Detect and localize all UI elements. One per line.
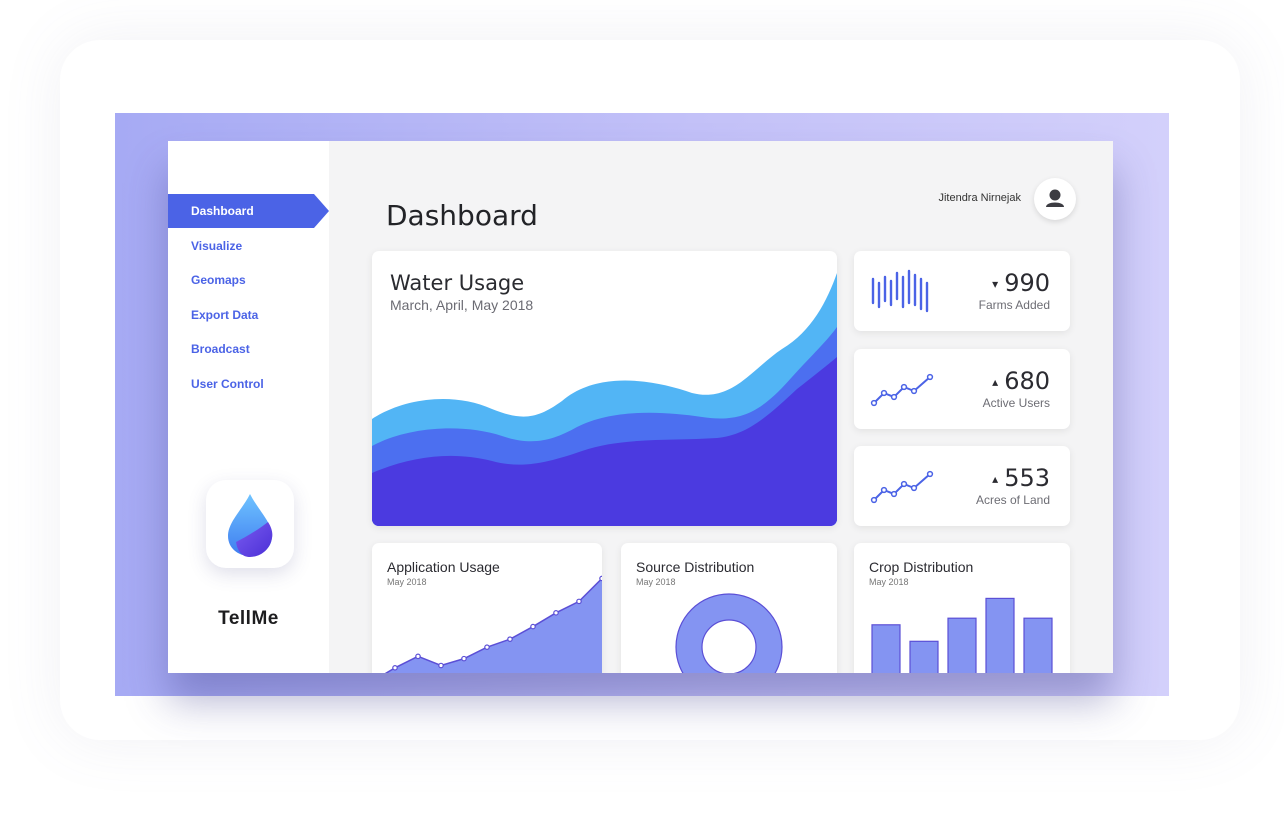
- water-usage-subtitle: March, April, May 2018: [390, 297, 534, 313]
- stat-value-users: ▴ 680: [992, 367, 1050, 395]
- application-usage-subtitle: May 2018: [387, 577, 427, 587]
- crop-bar: [871, 624, 901, 673]
- app-window: Dashboard Visualize Geomaps Export Data …: [168, 141, 1113, 673]
- sidebar: Dashboard Visualize Geomaps Export Data …: [168, 141, 329, 673]
- trend-down-icon: ▾: [992, 277, 999, 291]
- line-trend-icon: [870, 470, 934, 504]
- usage-area: [386, 578, 602, 673]
- trend-up-icon: ▴: [992, 375, 999, 389]
- stat-value-acres: ▴ 553: [992, 464, 1050, 492]
- stat-label-acres: Acres of Land: [975, 493, 1050, 507]
- sidebar-item-broadcast[interactable]: Broadcast: [168, 332, 329, 366]
- stat-card-farms[interactable]: ▾ 990 Farms Added: [854, 251, 1070, 331]
- usage-point: [576, 598, 582, 605]
- crop-bar: [909, 640, 939, 673]
- application-usage-card: Application Usage May 2018: [372, 543, 602, 673]
- sidebar-item-geomaps[interactable]: Geomaps: [168, 263, 329, 297]
- crop-bar: [985, 597, 1015, 673]
- usage-point: [530, 623, 536, 630]
- user-name[interactable]: Jitendra Nirnejak: [888, 192, 1021, 204]
- application-usage-title: Application Usage: [387, 559, 500, 575]
- usage-point: [484, 644, 490, 650]
- usage-point: [599, 575, 602, 582]
- stat-number: 990: [1004, 269, 1050, 297]
- usage-point: [392, 665, 398, 671]
- sidebar-item-dashboard[interactable]: Dashboard: [168, 194, 329, 228]
- crop-bar: [947, 617, 977, 673]
- app-logo: [206, 480, 294, 568]
- brand-name: TellMe: [218, 608, 279, 629]
- source-distribution-title: Source Distribution: [636, 559, 755, 575]
- usage-point: [415, 653, 421, 660]
- crop-distribution-card: Crop Distribution May 2018: [854, 543, 1070, 673]
- water-usage-card: Water Usage March, April, May 2018: [372, 251, 837, 526]
- stat-number: 680: [1004, 367, 1050, 395]
- sidebar-item-visualize[interactable]: Visualize: [168, 229, 329, 263]
- crop-distribution-subtitle: May 2018: [869, 577, 909, 587]
- usage-point: [461, 655, 467, 662]
- crop-bar: [1023, 617, 1053, 673]
- stat-label-users: Active Users: [982, 396, 1050, 410]
- stat-card-acres[interactable]: ▴ 553 Acres of Land: [854, 446, 1070, 526]
- sidebar-item-user-control[interactable]: User Control: [168, 367, 329, 401]
- source-distribution-card: Source Distribution May 2018: [621, 543, 837, 673]
- crop-distribution-title: Crop Distribution: [869, 559, 974, 575]
- usage-point: [507, 636, 513, 642]
- donut-hole: [701, 619, 757, 673]
- usage-point: [438, 662, 444, 669]
- bar-pulse-icon: [871, 269, 929, 313]
- usage-point: [553, 610, 559, 616]
- stat-value-farms: ▾ 990: [992, 269, 1050, 297]
- line-trend-icon: [870, 373, 934, 407]
- stat-card-users[interactable]: ▴ 680 Active Users: [854, 349, 1070, 429]
- stat-number: 553: [1004, 464, 1050, 492]
- avatar[interactable]: [1034, 178, 1076, 220]
- user-icon: [1046, 189, 1064, 207]
- water-drop-icon: [228, 494, 273, 557]
- source-distribution-subtitle: May 2018: [636, 577, 676, 587]
- water-usage-title: Water Usage: [390, 271, 525, 295]
- stat-label-farms: Farms Added: [978, 298, 1050, 312]
- trend-up-icon: ▴: [992, 472, 999, 486]
- page-title: Dashboard: [386, 199, 538, 232]
- sidebar-item-export-data[interactable]: Export Data: [168, 298, 329, 332]
